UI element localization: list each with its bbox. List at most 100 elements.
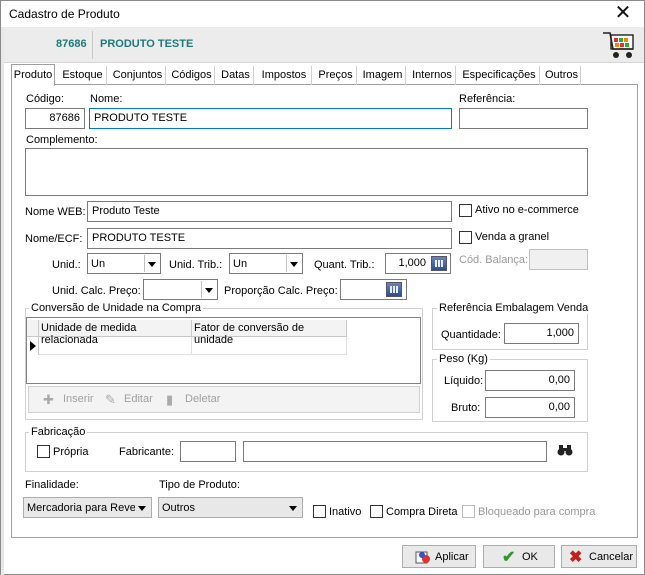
chevron-down-icon[interactable] [144, 255, 159, 272]
compra-direta-label: Compra Direta [386, 506, 458, 518]
chevron-down-icon[interactable] [135, 499, 150, 516]
cancelar-button[interactable]: ✖ Cancelar [561, 545, 637, 568]
unid-trib-label: Unid. Trib.: [169, 259, 223, 271]
venda-granel-checkbox[interactable] [459, 231, 472, 244]
finalidade-label: Finalidade: [25, 479, 79, 491]
row-indicator [27, 337, 39, 355]
tab-especificacoes[interactable]: Especificações [459, 66, 540, 85]
quantidade-label: Quantidade: [441, 329, 501, 341]
calculator-icon[interactable] [431, 256, 447, 271]
shopping-cart-icon [603, 32, 634, 58]
table-cell[interactable] [39, 337, 192, 355]
tab-precos[interactable]: Preços [315, 66, 357, 85]
apply-icon [415, 551, 430, 564]
chevron-down-icon[interactable] [286, 255, 301, 272]
embalagem-title: Referência Embalagem Venda [437, 302, 591, 314]
current-row-icon [30, 341, 36, 351]
tab-outros[interactable]: Outros [543, 66, 581, 85]
nome-ecf-label: Nome/ECF: [25, 233, 83, 245]
nome-web-label: Nome WEB: [25, 206, 86, 218]
unid-select[interactable]: Un [87, 253, 161, 274]
propria-label: Própria [53, 446, 89, 458]
ok-label: OK [522, 551, 538, 563]
insert-icon: ✚ [43, 392, 54, 407]
header-divider [92, 31, 93, 59]
chevron-down-icon[interactable] [286, 499, 301, 516]
table-cell[interactable] [192, 337, 347, 355]
liquido-label: Líquido: [444, 375, 484, 387]
aplicar-button[interactable]: Aplicar [402, 545, 476, 568]
fabricante-code-field[interactable] [180, 441, 236, 462]
complemento-field[interactable] [25, 148, 588, 196]
calculator-icon[interactable] [386, 282, 402, 297]
fabricante-name-field[interactable] [243, 441, 547, 462]
inativo-checkbox[interactable] [313, 505, 326, 518]
unid-value: Un [91, 258, 106, 270]
column-header-fator[interactable]: Fator de conversão de unidade [192, 320, 347, 346]
binoculars-icon[interactable] [557, 443, 573, 457]
nome-field[interactable]: PRODUTO TESTE [89, 108, 452, 129]
product-header: 87686 PRODUTO TESTE [4, 27, 644, 63]
check-icon: ✔ [502, 549, 516, 566]
trash-icon: ▮ [166, 392, 174, 407]
row-indicator-header [27, 320, 39, 337]
tab-impostos[interactable]: Impostos [257, 66, 312, 85]
fabricante-label: Fabricante: [119, 446, 175, 458]
bloqueado-checkbox[interactable] [462, 505, 475, 518]
unid-trib-value: Un [233, 258, 248, 270]
nome-web-field[interactable]: Produto Teste [87, 201, 452, 222]
liquido-field[interactable]: 0,00 [485, 370, 575, 391]
chevron-down-icon[interactable] [201, 281, 216, 298]
quantidade-field[interactable]: 1,000 [504, 323, 579, 344]
tipo-produto-value: Outros [162, 502, 196, 514]
deletar-button[interactable]: Deletar [185, 393, 220, 405]
column-header-unidade[interactable]: Unidade de medida relacionada [39, 320, 192, 346]
bruto-field[interactable]: 0,00 [485, 397, 575, 418]
unid-calc-preco-select[interactable] [143, 279, 218, 300]
tab-internos[interactable]: Internos [409, 66, 456, 85]
header-name: PRODUTO TESTE [100, 38, 194, 50]
title-bar: Cadastro de Produto ✕ [1, 1, 644, 27]
tab-datas[interactable]: Datas [218, 66, 254, 85]
unid-trib-select[interactable]: Un [229, 253, 303, 274]
referencia-field[interactable] [459, 108, 588, 129]
cancelar-label: Cancelar [589, 551, 634, 563]
tipo-produto-select[interactable]: Outros [158, 497, 303, 518]
window-title: Cadastro de Produto [9, 7, 120, 21]
compra-direta-checkbox[interactable] [370, 505, 383, 518]
fabricacao-title: Fabricação [29, 426, 88, 438]
ativo-ecommerce-label: Ativo no e-commerce [475, 204, 579, 216]
venda-granel-label: Venda a granel [475, 231, 550, 243]
bruto-label: Bruto: [451, 402, 481, 414]
complemento-label: Complemento: [26, 134, 98, 146]
tab-imagem[interactable]: Imagem [360, 66, 406, 85]
tipo-produto-label: Tipo de Produto: [159, 479, 240, 491]
header-code: 87686 [56, 38, 87, 50]
propria-checkbox[interactable] [37, 445, 50, 458]
tab-produto[interactable]: Produto [11, 64, 55, 86]
inativo-label: Inativo [329, 506, 362, 518]
tab-estoque[interactable]: Estoque [59, 66, 107, 85]
nome-ecf-field[interactable]: PRODUTO TESTE [87, 228, 452, 249]
cod-balanca-field[interactable] [529, 249, 588, 270]
cod-balanca-label: Cód. Balança: [459, 254, 529, 266]
close-button[interactable]: ✕ [608, 2, 638, 26]
ok-button[interactable]: ✔ OK [483, 545, 555, 568]
edit-icon: ✎ [105, 392, 116, 407]
conversao-toolbar: ✚ Inserir ✎ Editar ▮ Deletar [28, 386, 420, 413]
unid-calc-preco-label: Unid. Calc. Preço: [52, 285, 141, 297]
unid-label: Unid.: [52, 259, 81, 271]
inserir-button[interactable]: Inserir [63, 393, 94, 405]
finalidade-value: Mercadoria para Reve [27, 502, 136, 514]
tab-conjuntos[interactable]: Conjuntos [110, 66, 166, 85]
background-strip [1, 27, 4, 575]
product-dialog: Cadastro de Produto ✕ 87686 PRODUTO TEST… [0, 0, 645, 575]
editar-button[interactable]: Editar [124, 393, 153, 405]
proporcao-calc-preco-label: Proporção Calc. Preço: [224, 285, 338, 297]
tab-codigos[interactable]: Códigos [169, 66, 215, 85]
ativo-ecommerce-checkbox[interactable] [459, 204, 472, 217]
codigo-field[interactable]: 87686 [25, 108, 85, 129]
conversao-grid[interactable]: Unidade de medida relacionada Fator de c… [26, 317, 421, 384]
finalidade-select[interactable]: Mercadoria para Reve [23, 497, 152, 518]
peso-title: Peso (Kg) [437, 353, 490, 365]
